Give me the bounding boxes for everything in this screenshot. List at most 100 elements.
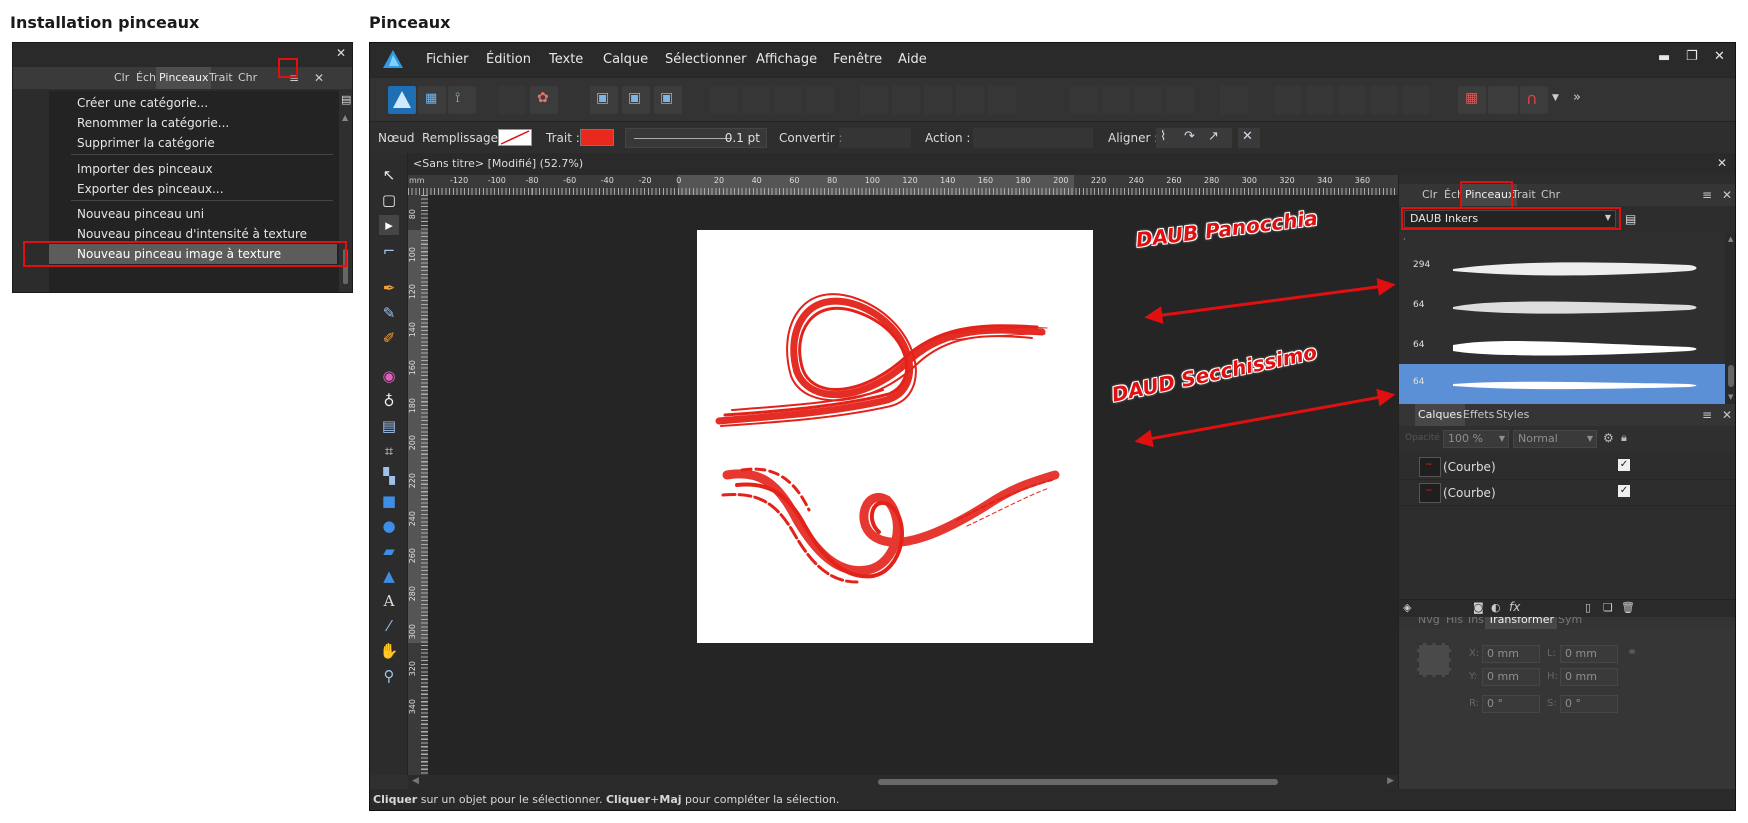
toolbar-button[interactable]: [1220, 86, 1248, 114]
anchor-selector[interactable]: [1417, 643, 1451, 677]
close-icon[interactable]: ✕: [1714, 49, 1725, 64]
artboard-tool-icon[interactable]: ▢: [379, 190, 399, 210]
menu-selectionner[interactable]: Sélectionner: [665, 52, 747, 67]
toolbar-button[interactable]: [498, 86, 526, 114]
layer-visibility-checkbox[interactable]: ✓: [1618, 459, 1630, 471]
toolbar-button[interactable]: [956, 86, 984, 114]
corner-tool-icon[interactable]: ⌐: [379, 241, 399, 261]
list-icon[interactable]: ▤: [341, 93, 351, 106]
tab-calques[interactable]: Calques: [1415, 404, 1465, 426]
toolbar-button[interactable]: [1070, 86, 1098, 114]
snapping-toggle-button[interactable]: ∩: [1520, 86, 1548, 114]
toolbar-button[interactable]: [1274, 86, 1302, 114]
node-tool-icon[interactable]: ▸: [379, 215, 399, 235]
menu-item-new-solid-brush[interactable]: Nouveau pinceau uni: [77, 204, 204, 224]
trash-icon[interactable]: 🗑︎: [1621, 601, 1635, 614]
layer-row[interactable]: ~ (Courbe) ✓: [1399, 480, 1735, 506]
view-tool-icon[interactable]: ✋: [379, 641, 399, 661]
tab-sym[interactable]: Sym: [1555, 617, 1585, 629]
list-view-icon[interactable]: ▤: [1625, 212, 1636, 226]
toolbar-button[interactable]: [806, 86, 834, 114]
close-icon[interactable]: ✕: [1719, 404, 1735, 426]
transparency-tool-icon[interactable]: ♁: [379, 391, 399, 411]
brush-item[interactable]: 64: [1399, 327, 1725, 367]
lock-icon[interactable]: 🔒︎: [1621, 431, 1627, 445]
ellipse-tool-icon[interactable]: ●: [379, 516, 399, 536]
tab-styles[interactable]: Styles: [1493, 404, 1532, 426]
toolbar-button[interactable]: [924, 86, 952, 114]
menu-edition[interactable]: Édition: [486, 52, 531, 67]
brush-tool-icon[interactable]: ✐: [379, 328, 399, 348]
scroll-thumb[interactable]: [878, 779, 1278, 785]
menu-item-import-brushes[interactable]: Importer des pinceaux: [77, 159, 213, 179]
toolbar-button[interactable]: [892, 86, 920, 114]
menu-item-rename-category[interactable]: Renommer la catégorie...: [77, 113, 229, 133]
mask-icon[interactable]: ◙: [1473, 601, 1484, 614]
tab-nvg[interactable]: Nvg: [1415, 617, 1443, 629]
pencil-tool-icon[interactable]: ✎: [379, 303, 399, 323]
tab-trait[interactable]: Trait: [206, 67, 236, 89]
rotation-field[interactable]: 0 °: [1482, 695, 1540, 713]
y-field[interactable]: 0 mm: [1482, 668, 1540, 686]
crop-tool-icon[interactable]: ⌗: [379, 441, 399, 461]
export-persona-button[interactable]: ⟟: [448, 86, 476, 114]
stroke-swatch[interactable]: [580, 129, 614, 146]
link-icon[interactable]: ⚭: [1627, 645, 1637, 659]
stroke-width-slider[interactable]: 0.1 pt: [625, 128, 767, 148]
menu-aide[interactable]: Aide: [898, 52, 927, 67]
menu-item-create-category[interactable]: Créer une catégorie...: [77, 93, 208, 113]
menu-fenetre[interactable]: Fenêtre: [833, 52, 882, 67]
tab-pinceaux[interactable]: Pinceaux: [156, 67, 212, 89]
layers-icon[interactable]: ◈: [1403, 601, 1411, 614]
menu-affichage[interactable]: Affichage: [756, 52, 817, 67]
toolbar-button[interactable]: [988, 86, 1016, 114]
tab-trait[interactable]: Trait: [1509, 184, 1539, 206]
menu-item-delete-category[interactable]: Supprimer la catégorie: [77, 133, 215, 153]
rectangle-tool-icon[interactable]: ■: [379, 491, 399, 511]
designer-persona-button[interactable]: [388, 86, 416, 114]
scroll-left-icon[interactable]: ◀: [412, 776, 419, 786]
toolbar-button[interactable]: [1338, 86, 1366, 114]
tab-clr[interactable]: Clr: [1419, 184, 1440, 206]
transform-origin-button[interactable]: ✕: [1238, 128, 1260, 148]
opacity-field[interactable]: 100 % ▼: [1443, 430, 1509, 448]
document-tab[interactable]: <Sans titre> [Modifié] (52.7%): [413, 157, 583, 170]
tab-clr[interactable]: Clr: [111, 67, 132, 89]
maximize-icon[interactable]: ❐: [1686, 49, 1698, 64]
snapping-button[interactable]: ▣: [622, 86, 650, 114]
rounded-rect-tool-icon[interactable]: ▰: [379, 541, 399, 561]
toolbar-button[interactable]: [1306, 86, 1334, 114]
menu-fichier[interactable]: Fichier: [426, 52, 469, 67]
brush-list-scrollbar[interactable]: ▲ ▼: [1725, 233, 1735, 404]
tab-his[interactable]: His: [1443, 617, 1466, 629]
close-icon[interactable]: ✕: [311, 67, 327, 89]
toolbar-button[interactable]: [1402, 86, 1430, 114]
tab-chr[interactable]: Chr: [235, 67, 260, 89]
panel-menu-icon[interactable]: ≡: [1699, 404, 1715, 426]
toolbar-button[interactable]: [1134, 86, 1162, 114]
horizontal-scrollbar[interactable]: ◀ ▶: [408, 775, 1398, 789]
duplicate-icon[interactable]: ❏: [1603, 601, 1613, 614]
snapping-manager-button[interactable]: ▦: [1458, 86, 1486, 114]
panel-menu-icon[interactable]: ≡: [1699, 184, 1715, 206]
new-layer-icon[interactable]: ▯: [1585, 601, 1591, 614]
canvas-area[interactable]: [428, 195, 1398, 775]
align-icon[interactable]: ⌇: [1160, 129, 1166, 144]
w-field[interactable]: 0 mm: [1560, 645, 1618, 663]
align-icon[interactable]: ↗: [1208, 129, 1219, 144]
color-picker-tool-icon[interactable]: ⁄: [379, 616, 399, 636]
action-buttons[interactable]: [973, 128, 1093, 148]
menu-item-export-brushes[interactable]: Exporter des pinceaux...: [77, 179, 224, 199]
h-field[interactable]: 0 mm: [1560, 668, 1618, 686]
vector-crop-tool-icon[interactable]: ▚: [379, 466, 399, 486]
minimize-icon[interactable]: ▬: [1658, 50, 1670, 65]
text-tool-icon[interactable]: A: [379, 591, 399, 611]
toolbar-button[interactable]: [1488, 86, 1518, 114]
fx-icon[interactable]: fx: [1509, 600, 1520, 614]
affinity-logo-icon[interactable]: [382, 49, 404, 69]
brush-item[interactable]: 294: [1399, 247, 1725, 287]
toolbar-button[interactable]: [1370, 86, 1398, 114]
scroll-down-icon[interactable]: ▼: [1728, 393, 1733, 401]
document-page[interactable]: [697, 230, 1093, 643]
toolbar-button[interactable]: [1102, 86, 1130, 114]
